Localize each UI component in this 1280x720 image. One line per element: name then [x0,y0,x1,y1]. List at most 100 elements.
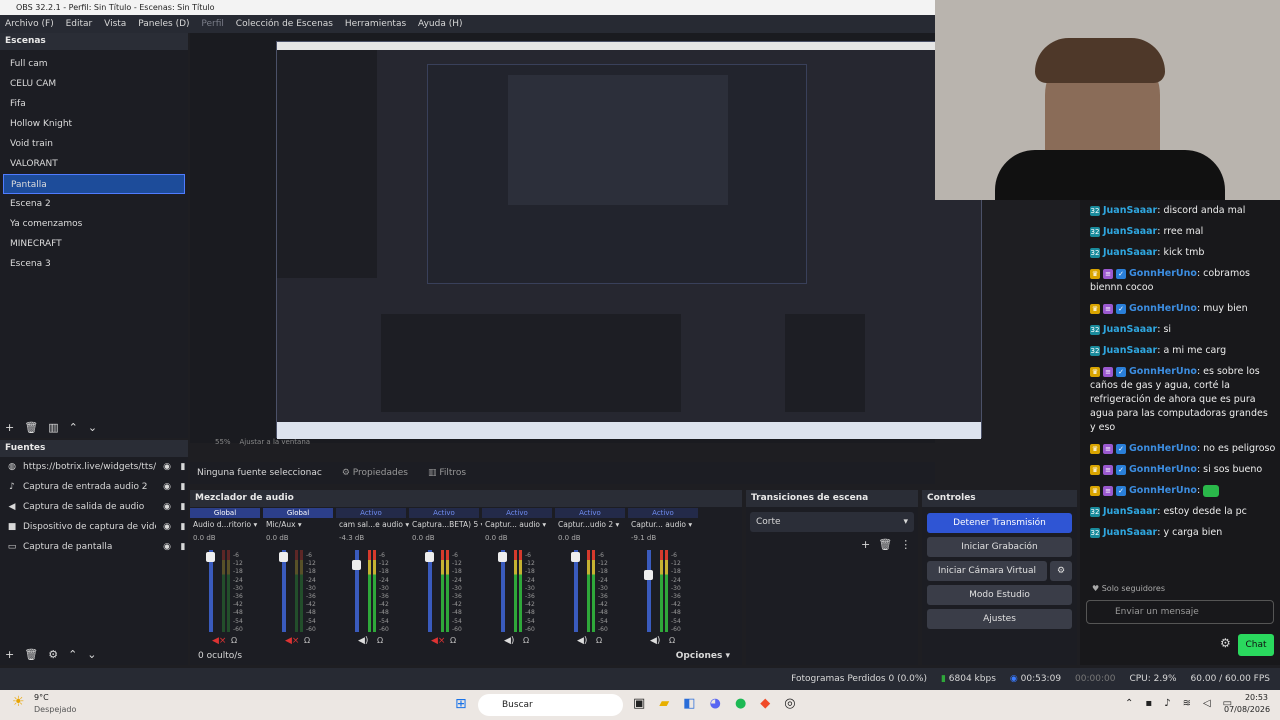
more-icon[interactable]: ⋮ [900,538,911,551]
scene-item[interactable]: Escena 3 [3,254,185,274]
taskbar-search[interactable]: Buscar [478,694,623,716]
fader-handle[interactable] [352,560,361,570]
add-icon[interactable]: + [5,648,14,661]
speaker-icon[interactable]: ◀) [358,636,368,646]
headphones-icon[interactable]: Ω [377,636,383,645]
speaker-icon[interactable]: ◀) [577,636,587,646]
fader-handle[interactable] [206,552,215,562]
lock-icon[interactable]: ▮ [178,462,188,472]
lock-icon[interactable]: ▮ [178,522,188,532]
speaker-icon[interactable]: ◀) [504,636,514,646]
task-view-icon[interactable]: ▣ [633,696,645,711]
muted-speaker-icon[interactable]: ◀× [285,636,299,646]
menu-ayuda[interactable]: Ayuda (H) [418,19,462,29]
scene-item[interactable]: Escena 2 [3,194,185,214]
start-recording-button[interactable]: Iniciar Grabación [927,537,1072,557]
mic-tray-icon[interactable]: ♪ [1164,698,1170,709]
start-icon[interactable]: ⊞ [455,696,467,712]
speaker-icon[interactable]: ◀) [650,636,660,646]
scene-item[interactable]: Void train [3,134,185,154]
headphones-icon[interactable]: Ω [669,636,675,645]
lock-icon[interactable]: ▮ [178,482,188,492]
wifi-icon[interactable]: ≋ [1183,698,1191,709]
scene-item[interactable]: MINECRAFT [3,234,185,254]
fader-handle[interactable] [425,552,434,562]
add-icon[interactable]: + [5,421,14,434]
spotify-icon[interactable]: ● [735,696,746,711]
move-up-icon[interactable]: ⌃ [69,421,78,434]
volume-fader[interactable] [501,550,505,632]
channel-name[interactable]: cam sal...e audio ▾ [339,520,409,529]
scene-item[interactable]: Full cam [3,54,185,74]
scene-item[interactable]: Ya comenzamos [3,214,185,234]
move-down-icon[interactable]: ⌄ [87,648,96,661]
options-button[interactable]: Opciones ▾ [676,648,730,664]
fader-handle[interactable] [644,570,653,580]
fader-handle[interactable] [498,552,507,562]
fader-handle[interactable] [279,552,288,562]
headphones-icon[interactable]: Ω [231,636,237,645]
scene-item-selected[interactable]: Pantalla [3,174,185,194]
channel-name[interactable]: Captur... audio ▾ [485,520,555,529]
channel-name[interactable]: Captura...BETA) 5 ▾ [412,520,482,529]
volume-fader[interactable] [209,550,213,632]
fader-handle[interactable] [571,552,580,562]
scene-item[interactable]: VALORANT [3,154,185,174]
menu-vista[interactable]: Vista [104,19,126,29]
scene-item[interactable]: CELU CAM [3,74,185,94]
discord-icon[interactable]: ◕ [710,696,721,711]
menu-editar[interactable]: Editar [66,19,93,29]
menu-perfil[interactable]: Perfil [201,19,224,29]
transition-select[interactable]: Corte ▾ [750,512,914,532]
brave-icon[interactable]: ◆ [760,696,770,711]
headphones-icon[interactable]: Ω [450,636,456,645]
preview-area[interactable]: 55% Ajustar a la ventana [190,33,982,446]
source-item[interactable]: ◀ Captura de salida de audio ◉ ▮ [0,497,188,517]
gear-icon[interactable]: ⚙ [1220,636,1231,650]
properties-button[interactable]: ⚙ Propiedades [342,468,408,478]
stop-stream-button[interactable]: Detener Transmisión [927,513,1072,533]
chevron-up-icon[interactable]: ⌃ [1125,698,1133,709]
channel-name[interactable]: Captur...udio 2 ▾ [558,520,628,529]
move-down-icon[interactable]: ⌄ [88,421,97,434]
volume-fader[interactable] [282,550,286,632]
volume-icon[interactable]: ◁ [1203,698,1211,709]
menu-coleccion[interactable]: Colección de Escenas [236,19,333,29]
channel-name[interactable]: Captur... audio ▾ [631,520,701,529]
chat-input[interactable]: Enviar un mensaje [1086,600,1274,624]
gear-icon[interactable]: ⚙ [1050,561,1072,581]
volume-fader[interactable] [647,550,651,632]
muted-speaker-icon[interactable]: ◀× [431,636,445,646]
source-item[interactable]: ▭ Captura de pantalla ◉ ▮ [0,537,188,557]
eye-icon[interactable]: ◉ [162,462,172,472]
eye-icon[interactable]: ◉ [162,542,172,552]
source-item[interactable]: ■ Dispositivo de captura de video ◉ ▮ [0,517,188,537]
menu-paneles[interactable]: Paneles (D) [138,19,189,29]
muted-speaker-icon[interactable]: ◀× [212,636,226,646]
eye-icon[interactable]: ◉ [162,482,172,492]
trash-icon[interactable]: 🗑 [878,538,892,551]
settings-button[interactable]: Ajustes [927,609,1072,629]
lock-icon[interactable]: ▮ [178,502,188,512]
scene-item[interactable]: Hollow Knight [3,114,185,134]
scene-item[interactable]: Fifa [3,94,185,114]
add-icon[interactable]: + [861,538,870,551]
headphones-icon[interactable]: Ω [596,636,602,645]
filters-button[interactable]: ▥ Filtros [428,468,466,478]
chat-send-button[interactable]: Chat [1238,634,1274,656]
channel-name[interactable]: Mic/Aux ▾ [266,520,336,529]
trash-icon[interactable]: 🗑 [24,648,38,661]
store-icon[interactable]: ◧ [683,696,695,711]
camera-tray-icon[interactable]: ▪ [1145,698,1152,709]
folder-icon[interactable]: ▰ [659,696,669,711]
source-item[interactable]: ♪ Captura de entrada audio 2 ◉ ▮ [0,477,188,497]
obs-icon[interactable]: ◎ [784,696,795,711]
volume-fader[interactable] [428,550,432,632]
studio-mode-button[interactable]: Modo Estudio [927,585,1072,605]
trash-icon[interactable]: 🗑 [24,421,38,434]
filter-icon[interactable]: ▥ [48,421,58,434]
zoom-level[interactable]: 55% [215,438,231,446]
eye-icon[interactable]: ◉ [162,522,172,532]
headphones-icon[interactable]: Ω [523,636,529,645]
volume-fader[interactable] [574,550,578,632]
